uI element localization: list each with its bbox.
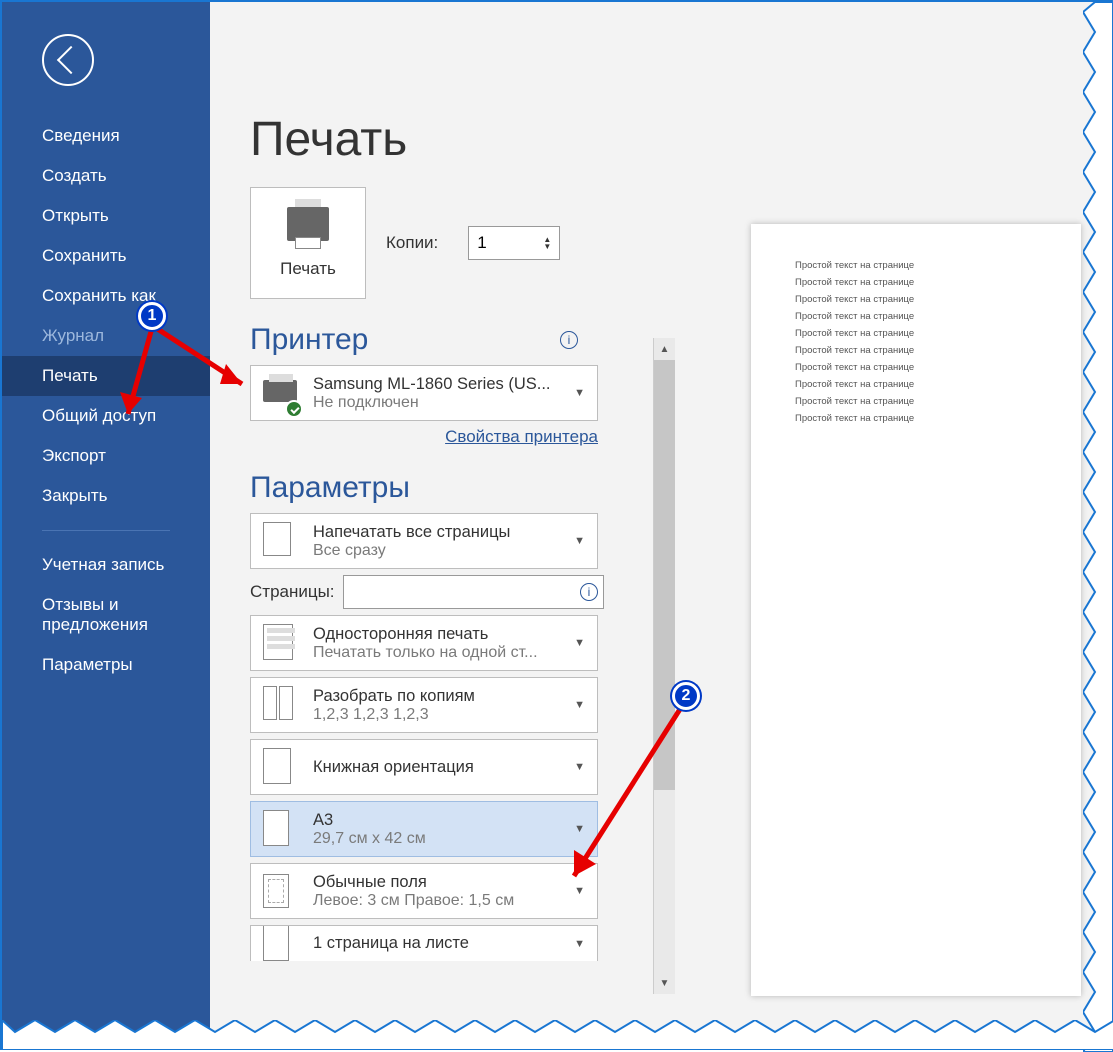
printer-selector[interactable]: Samsung ML-1860 Series (US... Не подключ… [250,365,598,421]
print-button-label: Печать [280,259,336,279]
parameters-section-heading: Параметры [250,471,598,505]
printer-name: Samsung ML-1860 Series (US... [313,375,560,394]
preview-text-line: Простой текст на странице [795,328,1037,339]
crop-edge-bottom [2,1020,1113,1050]
copies-value: 1 [477,233,486,253]
printer-icon [287,207,329,241]
info-icon[interactable]: i [580,583,598,601]
info-icon[interactable]: i [560,331,578,349]
printer-properties-link[interactable]: Свойства принтера [250,427,598,447]
sidebar-item-save[interactable]: Сохранить [2,236,210,276]
duplex-main: Односторонняя печать [313,625,560,644]
orientation-selector[interactable]: Книжная ориентация ▼ [250,739,598,795]
preview-text-line: Простой текст на странице [795,260,1037,271]
copies-spinner[interactable]: 1 ▲▼ [468,226,560,260]
collate-icon [263,686,299,724]
sidebar-item-close[interactable]: Закрыть [2,476,210,516]
paper-size-sub: 29,7 см x 42 см [313,830,560,848]
preview-text-line: Простой текст на странице [795,345,1037,356]
preview-text-line: Простой текст на странице [795,396,1037,407]
annotation-marker-2: 2 [672,682,700,710]
sidebar-separator [42,530,170,531]
spinner-arrows-icon[interactable]: ▲▼ [543,236,551,250]
collate-main: Разобрать по копиям [313,687,560,706]
sidebar-item-saveas[interactable]: Сохранить как [2,276,210,316]
crop-edge-right [1083,2,1113,1052]
preview-text-line: Простой текст на странице [795,311,1037,322]
preview-text-line: Простой текст на странице [795,379,1037,390]
preview-text-line: Простой текст на странице [795,362,1037,373]
margins-sub: Левое: 3 см Правое: 1,5 см [313,892,560,910]
duplex-icon [263,624,299,662]
annotation-marker-1: 1 [138,302,166,330]
pages-label: Страницы: [250,582,335,602]
page-title: Печать [250,112,1087,167]
sidebar-item-new[interactable]: Создать [2,156,210,196]
collate-sub: 1,2,3 1,2,3 1,2,3 [313,706,560,724]
pages-icon [263,522,299,560]
chevron-down-icon: ▼ [574,938,585,950]
sidebar-item-open[interactable]: Открыть [2,196,210,236]
back-button[interactable] [42,34,94,86]
chevron-down-icon: ▼ [574,387,585,399]
print-button[interactable]: Печать [250,187,366,299]
pages-per-sheet-icon [263,925,299,961]
preview-text-line: Простой текст на странице [795,294,1037,305]
margins-main: Обычные поля [313,873,560,892]
print-range-sub: Все сразу [313,542,560,560]
collate-selector[interactable]: Разобрать по копиям 1,2,3 1,2,3 1,2,3 ▼ [250,677,598,733]
sidebar-item-account[interactable]: Учетная запись [2,545,210,585]
sidebar-item-info[interactable]: Сведения [2,116,210,156]
scroll-up-icon[interactable]: ▲ [654,338,675,360]
sidebar-item-feedback[interactable]: Отзывы и предложения [2,585,210,645]
orientation-icon [263,748,299,786]
pages-per-sheet-main: 1 страница на листе [313,934,560,953]
preview-text-line: Простой текст на странице [795,413,1037,424]
printer-status: Не подключен [313,394,560,412]
annotation-arrow [554,696,704,896]
print-range-selector[interactable]: Напечатать все страницы Все сразу ▼ [250,513,598,569]
scroll-down-icon[interactable]: ▼ [654,972,675,994]
back-arrow-icon [57,46,85,74]
chevron-down-icon: ▼ [574,535,585,547]
chevron-down-icon: ▼ [574,637,585,649]
margins-selector[interactable]: Обычные поля Левое: 3 см Правое: 1,5 см … [250,863,598,919]
pages-per-sheet-selector[interactable]: 1 страница на листе ▼ [250,925,598,961]
orientation-main: Книжная ориентация [313,758,560,777]
print-preview: Простой текст на странице Простой текст … [751,224,1081,996]
sidebar-item-options[interactable]: Параметры [2,645,210,685]
duplex-selector[interactable]: Односторонняя печать Печатать только на … [250,615,598,671]
margins-icon [263,872,299,910]
annotation-arrow [102,314,182,444]
paper-size-selector[interactable]: A3 29,7 см x 42 см ▼ [250,801,598,857]
paper-size-icon [263,810,299,848]
duplex-sub: Печатать только на одной ст... [313,644,560,662]
pages-input[interactable] [343,575,604,609]
printer-section-heading: Принтер i [250,323,598,357]
paper-size-main: A3 [313,811,560,830]
preview-text-line: Простой текст на странице [795,277,1037,288]
print-range-main: Напечатать все страницы [313,523,560,542]
copies-label: Копии: [386,233,438,253]
backstage-sidebar: Сведения Создать Открыть Сохранить Сохра… [2,2,210,1048]
